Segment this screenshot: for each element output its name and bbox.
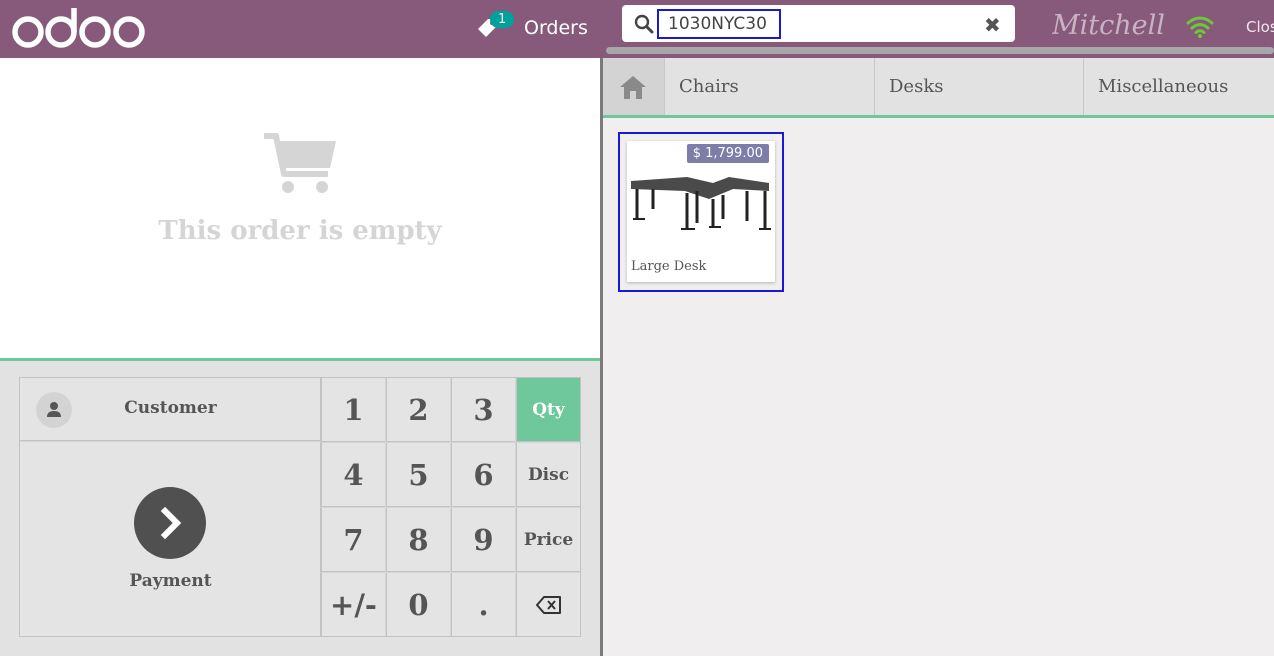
backspace-button[interactable]	[516, 573, 580, 637]
ticket-icon: 1	[474, 11, 515, 41]
product-name: Large Desk	[631, 259, 707, 274]
orders-count-badge: 1	[490, 11, 515, 28]
empty-order-text: This order is empty	[158, 216, 442, 246]
numpad-key-2[interactable]: 2	[386, 378, 450, 442]
numpad-key-6[interactable]: 6	[451, 443, 515, 507]
odoo-logo	[12, 8, 145, 48]
payment-button[interactable]: Payment	[20, 442, 321, 636]
numpad-key-3[interactable]: 3	[451, 378, 515, 442]
payment-label: Payment	[129, 571, 212, 591]
numpad-key-0[interactable]: 0	[386, 573, 450, 637]
product-card-large-desk[interactable]: $ 1,799.00 Large Desk	[627, 141, 775, 282]
close-session-button[interactable]: Close	[1246, 18, 1274, 36]
backspace-icon	[535, 596, 561, 614]
category-miscellaneous[interactable]: Miscellaneous	[1084, 58, 1274, 115]
orders-button[interactable]: 1 Orders	[474, 10, 588, 46]
category-bar: Chairs Desks Miscellaneous	[603, 58, 1274, 118]
numpad-key-8[interactable]: 8	[386, 508, 450, 572]
products-pane: Chairs Desks Miscellaneous $ 1,799.00 La…	[603, 58, 1274, 656]
large-desk-image	[631, 177, 771, 230]
product-search-box: ✖	[622, 5, 1015, 42]
search-icon	[634, 14, 654, 34]
numpad-key-dot[interactable]: .	[451, 573, 515, 637]
orders-label: Orders	[524, 17, 588, 39]
control-pad: Customer Payment 1 2 3 Qty 4 5 6 Disc 7 …	[19, 377, 581, 637]
numpad-key-1[interactable]: 1	[321, 378, 385, 442]
product-highlight-frame: $ 1,799.00 Large Desk	[618, 132, 784, 292]
numpad-key-7[interactable]: 7	[321, 508, 385, 572]
mode-qty-button[interactable]: Qty	[516, 378, 580, 442]
clear-search-icon[interactable]: ✖	[984, 13, 1001, 37]
mode-disc-button[interactable]: Disc	[516, 443, 580, 507]
cashier-name[interactable]: Mitchell	[1052, 10, 1165, 46]
shopping-cart-icon	[264, 133, 336, 193]
numpad-key-9[interactable]: 9	[451, 508, 515, 572]
customer-label: Customer	[124, 398, 217, 418]
numpad-key-sign[interactable]: +/-	[321, 573, 385, 637]
search-input[interactable]	[657, 9, 781, 39]
category-chairs[interactable]: Chairs	[665, 58, 875, 115]
numpad-key-5[interactable]: 5	[386, 443, 450, 507]
home-icon	[620, 76, 646, 99]
numpad-key-4[interactable]: 4	[321, 443, 385, 507]
customer-button[interactable]: Customer	[20, 378, 321, 441]
mode-price-button[interactable]: Price	[516, 508, 580, 572]
category-desks[interactable]: Desks	[875, 58, 1084, 115]
order-pane: This order is empty Customer Payment 1 2…	[0, 58, 600, 656]
product-price-tag: $ 1,799.00	[686, 144, 769, 163]
chevron-right-icon	[134, 487, 206, 559]
order-container: This order is empty	[0, 58, 600, 361]
wifi-icon	[1186, 16, 1214, 38]
home-category-button[interactable]	[603, 58, 665, 115]
header-scrollbar[interactable]	[606, 47, 1274, 54]
